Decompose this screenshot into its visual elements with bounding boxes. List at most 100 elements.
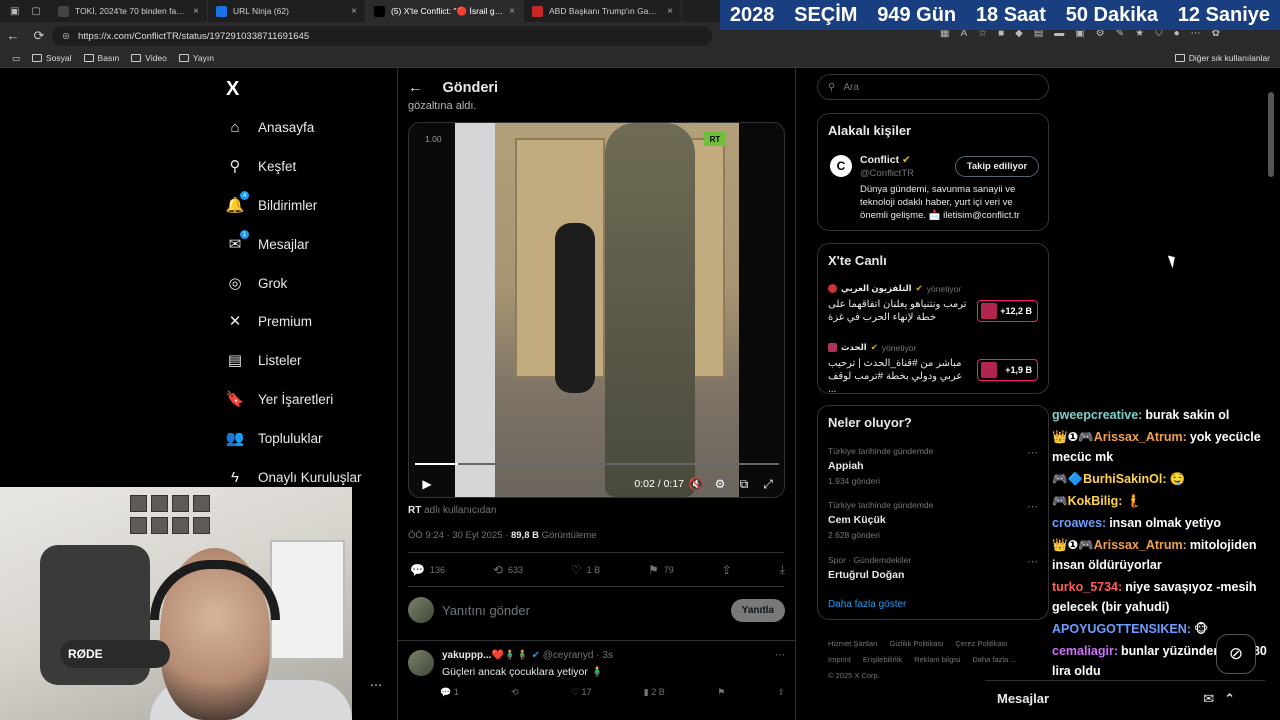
footer-link[interactable]: © 2025 X Corp. <box>828 671 880 680</box>
footer-link[interactable]: Reklam bilgisi <box>914 655 960 664</box>
close-icon[interactable]: × <box>193 6 199 17</box>
picture-in-picture-icon[interactable]: ⧉ <box>732 477 756 492</box>
trend-item[interactable]: Türkiye tarihinde gündemde Cem Küçük 2.6… <box>828 500 1040 540</box>
chat-username[interactable]: Arissax_Atrum: <box>1094 430 1187 444</box>
chat-username[interactable]: croawes: <box>1052 516 1106 530</box>
bookmark-folder[interactable]: Basın <box>83 53 119 63</box>
video-progress-bar[interactable] <box>415 463 779 465</box>
fullscreen-icon[interactable]: ⤢ <box>756 477 780 492</box>
sidebar-item-onayl-kurulu-lar[interactable]: ϟ Onaylı Kuruluşlar <box>226 466 362 488</box>
site-info-icon[interactable]: ⊜ <box>62 31 70 42</box>
compose-message-icon[interactable]: ✉ <box>1203 691 1214 707</box>
close-icon[interactable]: × <box>667 6 673 17</box>
footer-link[interactable]: Çerez Politikası <box>955 639 1007 648</box>
share-button[interactable]: ⇪ <box>777 687 785 698</box>
views-button[interactable]: ▮ 2 B <box>644 687 665 698</box>
bookmark-button[interactable]: ⚑ 79 <box>648 562 674 577</box>
person-name[interactable]: Conflict ✔ <box>860 154 911 166</box>
page-scrollbar[interactable] <box>1268 92 1274 177</box>
download-button[interactable]: ⤓ <box>780 562 785 577</box>
reply-submit-button[interactable]: Yanıtla <box>730 598 785 622</box>
reply-handle[interactable]: @ceyranyd · 3s <box>543 650 613 661</box>
avatar[interactable] <box>408 597 434 623</box>
reply-button[interactable]: 💬 136 <box>410 562 445 577</box>
sidebar-item-premium[interactable]: ✕ Premium <box>226 310 312 332</box>
reply-tweet[interactable]: yakuppp...❤️🧍‍♂️🧍‍♂️ ✔ @ceyranyd · 3s ⋯ G… <box>408 650 785 678</box>
chat-username[interactable]: cemaliagir: <box>1052 644 1118 658</box>
avatar[interactable]: C <box>830 155 852 177</box>
sidebar-item-anasayfa[interactable]: ⌂ Anasayfa <box>226 116 314 138</box>
source-handle[interactable]: RT <box>408 505 421 516</box>
more-options-icon[interactable]: ⋯ <box>775 650 785 661</box>
video-frame[interactable] <box>455 123 739 497</box>
trend-item[interactable]: Spor · Gündemdekiler Ertuğrul Doğan ⋯ <box>828 555 1040 581</box>
reply-input[interactable]: Yanıtını gönder <box>442 603 723 618</box>
sidebar-item-listeler[interactable]: ▤ Listeler <box>226 349 302 371</box>
chevron-up-icon[interactable]: ⌃ <box>1224 691 1235 707</box>
browser-tab[interactable]: (5) X'te Conflict: "🔴 İsrail güçle × <box>366 0 524 22</box>
close-icon[interactable]: × <box>351 6 357 17</box>
browser-tab[interactable]: TOKİ, 2024'te 70 binden fazla ko × <box>50 0 208 22</box>
footer-link[interactable]: Gizlilik Politikası <box>890 639 944 648</box>
bookmark-folder[interactable]: Yayın <box>178 53 214 63</box>
chat-username[interactable]: APOYUGOTTENSIKEN: <box>1052 622 1191 636</box>
close-icon[interactable]: × <box>509 6 515 17</box>
x-logo[interactable]: X <box>226 78 239 101</box>
like-button[interactable]: ♡ 1 B <box>571 562 600 577</box>
messages-drawer[interactable]: Mesajlar ✉ ⌃ <box>985 680 1265 716</box>
chat-username[interactable]: gweepcreative: <box>1052 408 1142 422</box>
tab-favicon-icon <box>532 5 543 17</box>
chat-username[interactable]: turko_5734: <box>1052 580 1122 594</box>
search-input[interactable]: ⚲ Ara <box>817 74 1049 100</box>
live-listeners-badge[interactable]: +12,2 B <box>977 300 1038 322</box>
back-arrow-icon[interactable]: ← <box>408 80 423 96</box>
post-timestamp[interactable]: ÖÖ 9:24 · 30 Eyl 2025 · <box>408 530 508 541</box>
show-more-link[interactable]: Daha fazla göster <box>828 599 906 610</box>
refresh-icon[interactable]: ⟳ <box>26 28 52 44</box>
sidebar-item-bildirimler[interactable]: 🔔 4 Bildirimler <box>226 191 317 216</box>
tab-actions-icon[interactable]: ▢ <box>31 6 40 17</box>
person-handle[interactable]: @ConflictTR <box>860 168 914 179</box>
bookmark-button[interactable]: ⚑ <box>717 687 725 698</box>
footer-link[interactable]: Hizmet Şartları <box>828 639 878 648</box>
back-arrow-icon[interactable]: ← <box>0 28 26 43</box>
avatar[interactable] <box>408 650 434 676</box>
chat-username[interactable]: BurhiSakinOl: <box>1083 472 1166 486</box>
sidebar-item-yer-i-aretleri[interactable]: 🔖 Yer İşaretleri <box>226 388 334 410</box>
sidebar-item-grok[interactable]: ◎ Grok <box>226 272 287 294</box>
more-options-icon[interactable]: ⋯ <box>1027 555 1038 568</box>
trend-item[interactable]: Türkiye tarihinde gündemde Appiah 1.934 … <box>828 446 1040 486</box>
like-button[interactable]: ♡ 17 <box>571 687 592 698</box>
browser-tab[interactable]: ABD Başkanı Trump'ın Gazze plan× <box>524 0 682 22</box>
mute-icon[interactable]: 🔇 <box>684 477 708 491</box>
share-button[interactable]: ⇪ <box>722 562 732 577</box>
workspaces-icon[interactable]: ▣ <box>10 6 19 17</box>
url-field[interactable]: ⊜ https://x.com/ConflictTR/status/197291… <box>52 26 712 46</box>
bookmark-folder[interactable]: Video <box>131 53 167 63</box>
footer-link[interactable]: Imprint <box>828 655 851 664</box>
sidebar-item-label: Grok <box>258 275 288 291</box>
more-options-icon[interactable]: ⋯ <box>1027 446 1038 459</box>
chat-username[interactable]: Arissax_Atrum: <box>1094 538 1187 552</box>
reply-author-name[interactable]: yakuppp...❤️🧍‍♂️🧍‍♂️ <box>442 650 529 661</box>
bookmark-folder[interactable]: Sosyal <box>32 53 72 63</box>
footer-link[interactable]: Erişilebilirlik <box>863 655 902 664</box>
following-button[interactable]: Takip ediliyor <box>955 156 1039 177</box>
more-options-icon[interactable]: ⋯ <box>1027 500 1038 513</box>
sidebar-item-mesajlar[interactable]: ✉ 1 Mesajlar <box>226 230 309 255</box>
browser-tab[interactable]: URL Ninja (62) × <box>208 0 366 22</box>
play-icon[interactable]: ▶ <box>415 477 439 491</box>
settings-gear-icon[interactable]: ⚙ <box>708 477 732 491</box>
sidebar-item-topluluklar[interactable]: 👥 Topluluklar <box>226 427 323 449</box>
footer-link[interactable]: Daha fazla ... <box>972 655 1016 664</box>
reply-button[interactable]: 💬 1 <box>440 687 459 698</box>
repost-button[interactable]: ⟲ <box>511 687 519 698</box>
sidebar-item-ke-fet[interactable]: ⚲ Keşfet <box>226 155 297 177</box>
live-listeners-badge[interactable]: +1,9 B <box>977 359 1038 381</box>
bookmark-collections-icon[interactable]: ▭ <box>12 53 20 64</box>
chat-username[interactable]: KokBilig: <box>1068 494 1123 508</box>
more-menu-icon[interactable]: ⋯ <box>370 678 382 692</box>
grok-icon[interactable]: ⊘ <box>1216 634 1256 674</box>
other-bookmarks[interactable]: Diğer sık kullanılanlar <box>1174 53 1270 63</box>
repost-button[interactable]: ⟲ 633 <box>493 562 523 577</box>
